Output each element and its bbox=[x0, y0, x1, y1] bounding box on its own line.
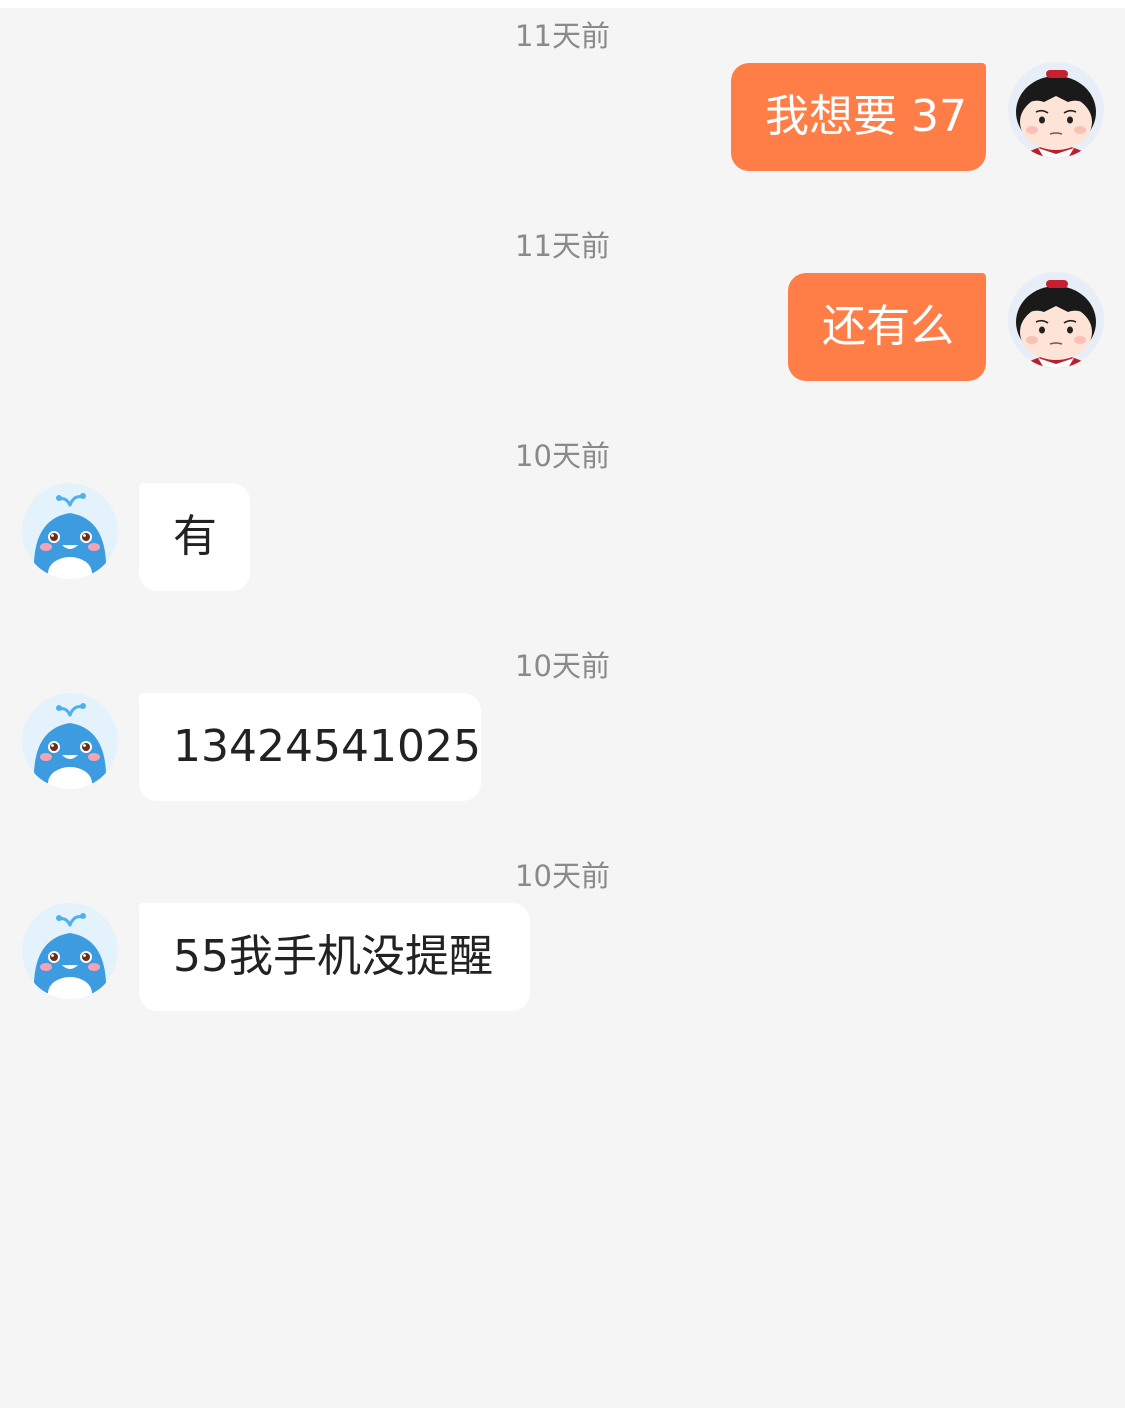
message-timestamp: 10天前 bbox=[515, 439, 610, 473]
whale-avatar-icon[interactable] bbox=[22, 693, 118, 789]
chat-message-list[interactable]: 11天前 我想要 37 11天前 还有么 10天前 有 10天前 1342454… bbox=[0, 8, 1125, 1408]
message-timestamp: 10天前 bbox=[515, 859, 610, 893]
incoming-message-bubble[interactable]: 55我手机没提醒 bbox=[139, 903, 530, 1011]
message-timestamp: 11天前 bbox=[515, 19, 610, 53]
incoming-message-bubble[interactable]: 有 bbox=[139, 483, 250, 591]
message-timestamp: 11天前 bbox=[515, 229, 610, 263]
incoming-message-bubble[interactable]: 13424541025 bbox=[139, 693, 481, 801]
whale-avatar-icon[interactable] bbox=[22, 483, 118, 579]
top-divider bbox=[0, 0, 1125, 8]
girl-avatar-icon[interactable] bbox=[1008, 272, 1104, 368]
message-timestamp: 10天前 bbox=[515, 649, 610, 683]
girl-avatar-icon[interactable] bbox=[1008, 62, 1104, 158]
outgoing-message-bubble[interactable]: 我想要 37 bbox=[731, 63, 986, 171]
outgoing-message-bubble[interactable]: 还有么 bbox=[788, 273, 986, 381]
whale-avatar-icon[interactable] bbox=[22, 903, 118, 999]
